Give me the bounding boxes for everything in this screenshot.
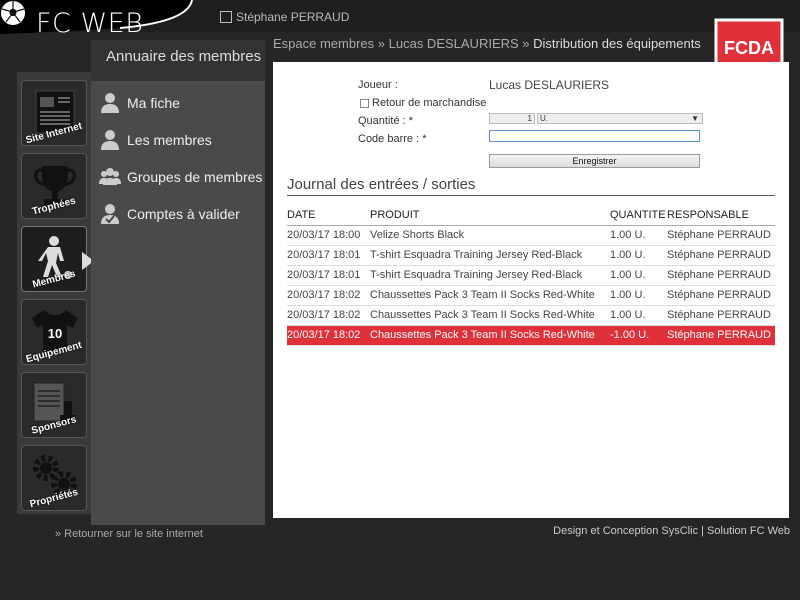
quantity-input[interactable]: 1 [489, 113, 535, 124]
chevron-down-icon: ▼ [691, 114, 699, 123]
save-button[interactable]: Enregistrer [489, 154, 700, 168]
breadcrumb: Espace membres » Lucas DESLAURIERS » Dis… [273, 36, 701, 51]
user-name: Stéphane PERRAUD [236, 10, 350, 24]
barcode-input[interactable] [489, 130, 700, 142]
cell-produit: T-shirt Esquadra Training Jersey Red-Bla… [370, 265, 610, 286]
return-row: Retour de marchandise [360, 97, 486, 109]
cell-produit: Chaussettes Pack 3 Team II Socks Red-Whi… [370, 305, 610, 326]
journal-table: DATE PRODUIT QUANTITE RESPONSABLE 20/03/… [287, 205, 775, 346]
cell-date: 20/03/17 18:02 [287, 305, 370, 326]
return-label: Retour de marchandise [372, 97, 487, 109]
cell-responsable: Stéphane PERRAUD [667, 265, 775, 286]
cell-responsable: Stéphane PERRAUD [667, 285, 775, 306]
table-row: 20/03/17 18:02 Chaussettes Pack 3 Team I… [287, 285, 775, 306]
user-check-icon [101, 203, 119, 224]
cell-quantite: 1.00 U. [610, 305, 667, 326]
footer-credits: Design et Conception SysClic | Solution … [553, 525, 790, 537]
table-header-row: DATE PRODUIT QUANTITE RESPONSABLE [287, 205, 775, 226]
user-logout[interactable]: Stéphane PERRAUD [220, 10, 349, 24]
submenu-item-les-membres[interactable]: Les membres [91, 121, 265, 158]
barcode-label: Code barre : * [358, 133, 427, 145]
submenu-item-label: Ma fiche [127, 94, 180, 111]
group-icon [99, 167, 121, 185]
unit-select[interactable]: U. ▼ [537, 113, 703, 124]
table-row: 20/03/17 18:02 Chaussettes Pack 3 Team I… [287, 305, 775, 326]
player-value: Lucas DESLAURIERS [489, 78, 610, 92]
table-row: 20/03/17 18:00 Velize Shorts Black 1.00 … [287, 225, 775, 246]
unit-select-value: U. [540, 114, 548, 123]
cell-quantite: 1.00 U. [610, 285, 667, 306]
submenu-title: Annuaire des membres [91, 40, 265, 81]
cell-date: 20/03/17 18:02 [287, 325, 370, 346]
submenu-item-groupes[interactable]: Groupes de membres [91, 158, 265, 195]
table-row: 20/03/17 18:01 T-shirt Esquadra Training… [287, 265, 775, 286]
cell-responsable: Stéphane PERRAUD [667, 325, 775, 346]
cell-quantite: 1.00 U. [610, 225, 667, 246]
submenu-item-label: Groupes de membres [127, 168, 263, 185]
breadcrumb-member[interactable]: Lucas DESLAURIERS [389, 36, 519, 51]
breadcrumb-current: Distribution des équipements [533, 36, 701, 51]
cell-quantite: -1.00 U. [610, 325, 667, 346]
cell-date: 20/03/17 18:00 [287, 225, 370, 246]
cell-produit: Chaussettes Pack 3 Team II Socks Red-Whi… [370, 325, 610, 346]
submenu-item-comptes[interactable]: Comptes à valider [91, 195, 265, 232]
user-icon [101, 92, 119, 113]
quantity-label: Quantité : * [358, 115, 414, 127]
cell-quantite: 1.00 U. [610, 265, 667, 286]
journal-title: Journal des entrées / sorties [287, 176, 775, 196]
nav-membres[interactable]: Membres [21, 226, 87, 292]
club-logo-text: FCDA [724, 38, 774, 58]
main-panel: Joueur : Lucas DESLAURIERS Retour de mar… [273, 62, 789, 518]
cell-date: 20/03/17 18:01 [287, 245, 370, 266]
cell-responsable: Stéphane PERRAUD [667, 225, 775, 246]
cell-produit: T-shirt Esquadra Training Jersey Red-Bla… [370, 245, 610, 266]
col-header-responsable: RESPONSABLE [667, 205, 775, 226]
cell-responsable: Stéphane PERRAUD [667, 245, 775, 266]
submenu: Annuaire des membres Ma fiche Les membre… [91, 40, 265, 525]
breadcrumb-espace-membres[interactable]: Espace membres [273, 36, 374, 51]
submenu-item-ma-fiche[interactable]: Ma fiche [91, 84, 265, 121]
nav-proprietes[interactable]: Propriétés [21, 445, 87, 511]
nav-trophees[interactable]: Trophées [21, 153, 87, 219]
cell-produit: Velize Shorts Black [370, 225, 610, 246]
breadcrumb-separator: » [374, 36, 389, 51]
app-logo[interactable]: FC WEB [0, 0, 200, 40]
cell-responsable: Stéphane PERRAUD [667, 305, 775, 326]
nav-site-internet[interactable]: Site Internet [21, 80, 87, 146]
cell-quantite: 1.00 U. [610, 245, 667, 266]
submenu-item-label: Comptes à valider [127, 205, 240, 222]
svg-text:10: 10 [48, 326, 62, 341]
app-title: FC WEB [36, 8, 144, 39]
cell-date: 20/03/17 18:01 [287, 265, 370, 286]
submenu-item-label: Les membres [127, 131, 212, 148]
user-icon [101, 129, 119, 150]
football-icon [1, 1, 25, 25]
cell-produit: Chaussettes Pack 3 Team II Socks Red-Whi… [370, 285, 610, 306]
return-checkbox[interactable] [360, 98, 369, 108]
table-row-return: 20/03/17 18:02 Chaussettes Pack 3 Team I… [287, 325, 775, 346]
nav-sponsors[interactable]: Sponsors [21, 372, 87, 438]
breadcrumb-separator: » [518, 36, 534, 51]
back-to-site-link[interactable]: » Retourner sur le site internet [55, 528, 203, 540]
cell-date: 20/03/17 18:02 [287, 285, 370, 306]
col-header-quantite: QUANTITE [610, 205, 667, 226]
col-header-produit: PRODUIT [370, 205, 610, 226]
player-label: Joueur : [358, 79, 398, 91]
logout-icon [220, 11, 232, 23]
table-row: 20/03/17 18:01 T-shirt Esquadra Training… [287, 245, 775, 266]
col-header-date: DATE [287, 205, 370, 226]
module-nav: Site Internet Trophées Membres 10 Equipe… [17, 72, 91, 514]
nav-equipement[interactable]: 10 Equipement [21, 299, 87, 365]
